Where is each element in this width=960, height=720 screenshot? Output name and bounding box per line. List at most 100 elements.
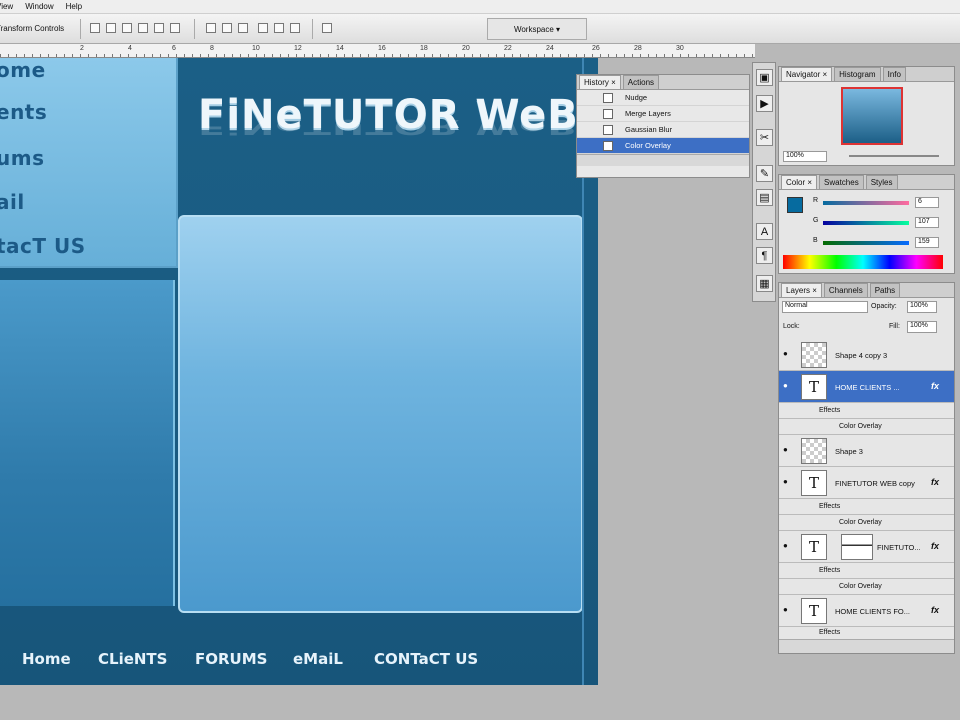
play-action-icon[interactable]: ▶ [756,95,773,112]
document-canvas[interactable]: ome ents ums ail tacT US FiNeTUTOR WeB F… [0,58,598,685]
green-value[interactable]: 107 [915,217,939,228]
character-icon[interactable]: A [756,223,773,240]
tab-histogram[interactable]: Histogram [834,67,881,81]
ruler-number: 10 [252,45,260,52]
layer-effects-row[interactable]: Effects [779,499,954,515]
distribute-center-icon[interactable] [274,23,284,33]
ruler-number: 26 [592,45,600,52]
fx-icon[interactable]: fx [931,541,939,551]
align-center-icon[interactable] [154,23,164,33]
text-layer-icon: T [801,534,827,560]
layer-effect-row[interactable]: Color Overlay [779,515,954,531]
history-row[interactable]: Merge Layers [577,106,749,122]
history-footer [577,154,749,166]
effects-label: Effects [819,629,841,636]
layer-row[interactable]: ● T FINETUTO... fx [779,531,954,563]
red-label: R [813,197,819,204]
align-bottom-icon[interactable] [122,23,132,33]
layer-row-selected[interactable]: ● T HOME CLIENTS ... fx [779,371,954,403]
distribute-bottom-icon[interactable] [238,23,248,33]
navigator-panel: Navigator × Histogram Info 100% [778,66,955,166]
distribute-top-icon[interactable] [206,23,216,33]
tab-layers[interactable]: Layers × [781,283,822,297]
text-layer-icon: T [801,598,827,624]
tab-navigator[interactable]: Navigator × [781,67,833,81]
tools-icon[interactable]: ✂ [756,129,773,146]
green-slider[interactable] [823,221,909,225]
distribute-right-icon[interactable] [290,23,300,33]
layer-effects-row[interactable]: Effects [779,403,954,419]
fx-icon[interactable]: fx [931,605,939,615]
menu-window[interactable]: Window [25,2,53,11]
tab-swatches[interactable]: Swatches [819,175,864,189]
fx-icon[interactable]: fx [931,477,939,487]
paragraph-icon[interactable]: ¶ [756,247,773,264]
foreground-color-swatch[interactable] [787,197,803,213]
tab-color[interactable]: Color × [781,175,818,189]
side-nav-panel: ome ents ums ail tacT US [0,58,178,268]
distribute-left-icon[interactable] [258,23,268,33]
blue-slider[interactable] [823,241,909,245]
zoom-field[interactable]: 100% [783,151,827,162]
layer-effects-row[interactable]: Effects [779,563,954,579]
opacity-field[interactable]: 100% [907,301,937,313]
align-right-icon[interactable] [170,23,180,33]
text-layer-icon: T [801,374,827,400]
transform-controls-label[interactable]: Transform Controls [0,24,64,33]
layer-effects-row[interactable]: Effects [779,627,954,639]
tab-info[interactable]: Info [882,67,906,81]
color-spectrum[interactable] [783,255,943,269]
eye-icon[interactable]: ● [783,445,788,454]
eye-icon[interactable]: ● [783,381,788,390]
effects-label: Effects [819,567,841,574]
layer-thumbnail [801,342,827,368]
distribute-middle-icon[interactable] [222,23,232,33]
eye-icon[interactable]: ● [783,605,788,614]
layer-row[interactable]: ● Shape 4 copy 3 [779,339,954,371]
tab-channels[interactable]: Channels [823,283,868,297]
separator [312,19,313,39]
layer-row[interactable]: ● Shape 3 [779,435,954,467]
blend-mode-select[interactable]: Normal [782,301,868,313]
site-title-reflection: FiNeTUTOR WeB [198,115,579,138]
history-row[interactable]: Gaussian Blur [577,122,749,138]
layer-name: FINETUTO... [877,543,921,552]
navigator-preview[interactable] [841,87,903,145]
navigator-icon[interactable]: ▣ [756,69,773,86]
workspace-label: Workspace ▾ [513,24,561,34]
blue-value[interactable]: 159 [915,237,939,248]
tab-paths[interactable]: Paths [869,283,901,297]
align-top-icon[interactable] [90,23,100,33]
eye-icon[interactable]: ● [783,349,788,358]
layer-name: FINETUTOR WEB copy [835,479,915,488]
fill-field[interactable]: 100% [907,321,937,333]
eye-icon[interactable]: ● [783,477,788,486]
tab-styles[interactable]: Styles [865,175,898,189]
tab-actions[interactable]: Actions [622,75,660,89]
red-slider[interactable] [823,201,909,205]
auto-align-icon[interactable] [322,23,332,33]
layer-effect-row[interactable]: Color Overlay [779,579,954,595]
workspace-button[interactable]: Workspace ▾ [487,18,587,40]
side-column-box [0,280,175,606]
zoom-slider[interactable] [849,155,939,157]
clone-icon[interactable]: ▤ [756,189,773,206]
eye-icon[interactable]: ● [783,541,788,550]
menu-help[interactable]: Help [66,2,82,11]
align-middle-icon[interactable] [106,23,116,33]
layer-comps-icon[interactable]: ▦ [756,275,773,292]
tab-history[interactable]: History × [579,75,621,89]
layer-effect-row[interactable]: Color Overlay [779,419,954,435]
lock-label: Lock: [783,323,800,330]
history-row-selected[interactable]: Color Overlay [577,138,749,154]
brush-icon[interactable]: ✎ [756,165,773,182]
menu-view[interactable]: View [0,2,13,11]
layer-row[interactable]: ● T FINETUTOR WEB copy fx [779,467,954,499]
align-left-icon[interactable] [138,23,148,33]
red-value[interactable]: 6 [915,197,939,208]
history-row[interactable]: Nudge [577,90,749,106]
ruler-number: 22 [504,45,512,52]
fill-label: Fill: [889,323,900,330]
fx-icon[interactable]: fx [931,381,939,391]
layer-row[interactable]: ● T HOME CLIENTS FO... fx [779,595,954,627]
